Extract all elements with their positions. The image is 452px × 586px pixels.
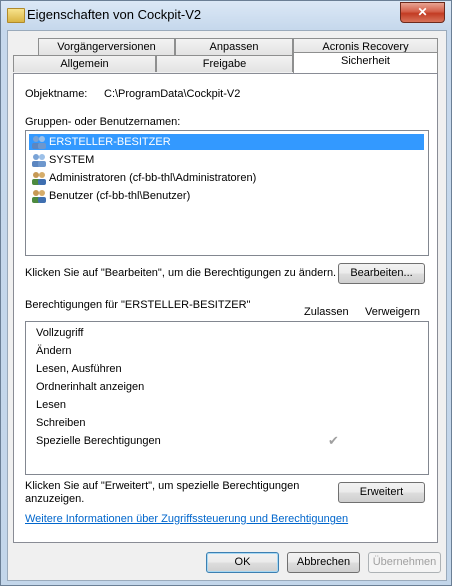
list-item-label: Administratoren (cf-bb-thl\Administrator…: [49, 172, 257, 184]
edit-hint: Klicken Sie auf "Bearbeiten", um die Ber…: [25, 267, 337, 279]
list-item[interactable]: ERSTELLER-BESITZER: [29, 134, 424, 150]
edit-button[interactable]: Bearbeiten...: [338, 263, 425, 284]
ok-button[interactable]: OK: [206, 552, 279, 573]
security-panel: Objektname: C:\ProgramData\Cockpit-V2 Gr…: [13, 73, 438, 543]
advanced-button[interactable]: Erweitert: [338, 482, 425, 503]
title-bar[interactable]: Eigenschaften von Cockpit-V2 ✕: [1, 1, 451, 29]
permission-row: Vollzugriff: [36, 327, 84, 339]
tab-vorgaengerversionen[interactable]: Vorgängerversionen: [38, 38, 175, 55]
permissions-list[interactable]: Vollzugriff Ändern Lesen, Ausführen Ordn…: [25, 321, 429, 475]
cancel-button[interactable]: Abbrechen: [287, 552, 360, 573]
folder-icon: [7, 8, 25, 23]
groups-listbox[interactable]: ERSTELLER-BESITZER SYSTEM Administratore…: [25, 130, 429, 256]
object-name-value: C:\ProgramData\Cockpit-V2: [104, 88, 241, 100]
window-title: Eigenschaften von Cockpit-V2: [27, 7, 202, 22]
apply-button[interactable]: Übernehmen: [368, 552, 441, 573]
permission-row: Lesen, Ausführen: [36, 363, 122, 375]
tab-freigabe[interactable]: Freigabe: [156, 55, 293, 72]
list-item-label: Benutzer (cf-bb-thl\Benutzer): [49, 190, 191, 202]
list-item[interactable]: Benutzer (cf-bb-thl\Benutzer): [29, 188, 424, 204]
permission-row: Ordnerinhalt anzeigen: [36, 381, 145, 393]
list-item[interactable]: SYSTEM: [29, 152, 424, 168]
deny-column-header: Verweigern: [365, 306, 421, 318]
help-link[interactable]: Weitere Informationen über Zugriffssteue…: [25, 513, 348, 525]
dialog-client-area: Vorgängerversionen Anpassen Acronis Reco…: [7, 30, 447, 581]
list-item-label: ERSTELLER-BESITZER: [49, 136, 171, 148]
object-name-label: Objektname:: [25, 88, 88, 100]
user-group-icon: [32, 136, 46, 149]
list-item[interactable]: Administratoren (cf-bb-thl\Administrator…: [29, 170, 424, 186]
permission-row: Schreiben: [36, 417, 86, 429]
permissions-label: Berechtigungen für "ERSTELLER-BESITZER": [25, 299, 251, 311]
tab-sicherheit[interactable]: Sicherheit: [293, 52, 438, 73]
user-group-icon: [32, 190, 46, 203]
allow-column-header: Zulassen: [304, 306, 349, 318]
list-item-label: SYSTEM: [49, 154, 95, 166]
tab-allgemein[interactable]: Allgemein: [13, 55, 156, 72]
allow-check-icon: ✔: [328, 433, 339, 448]
advanced-hint-line1: Klicken Sie auf "Erweitert", um speziell…: [25, 480, 300, 492]
permission-row: Ändern: [36, 345, 72, 357]
advanced-hint-line2: anzuzeigen.: [25, 493, 85, 505]
permission-row: Spezielle Berechtigungen: [36, 435, 161, 447]
permission-row: Lesen: [36, 399, 66, 411]
groups-label: Gruppen- oder Benutzernamen:: [25, 116, 181, 128]
user-group-icon: [32, 172, 46, 185]
user-group-icon: [32, 154, 46, 167]
close-button[interactable]: ✕: [400, 2, 445, 23]
dialog-window: Eigenschaften von Cockpit-V2 ✕ Vorgänger…: [0, 0, 452, 586]
tab-anpassen[interactable]: Anpassen: [175, 38, 293, 55]
